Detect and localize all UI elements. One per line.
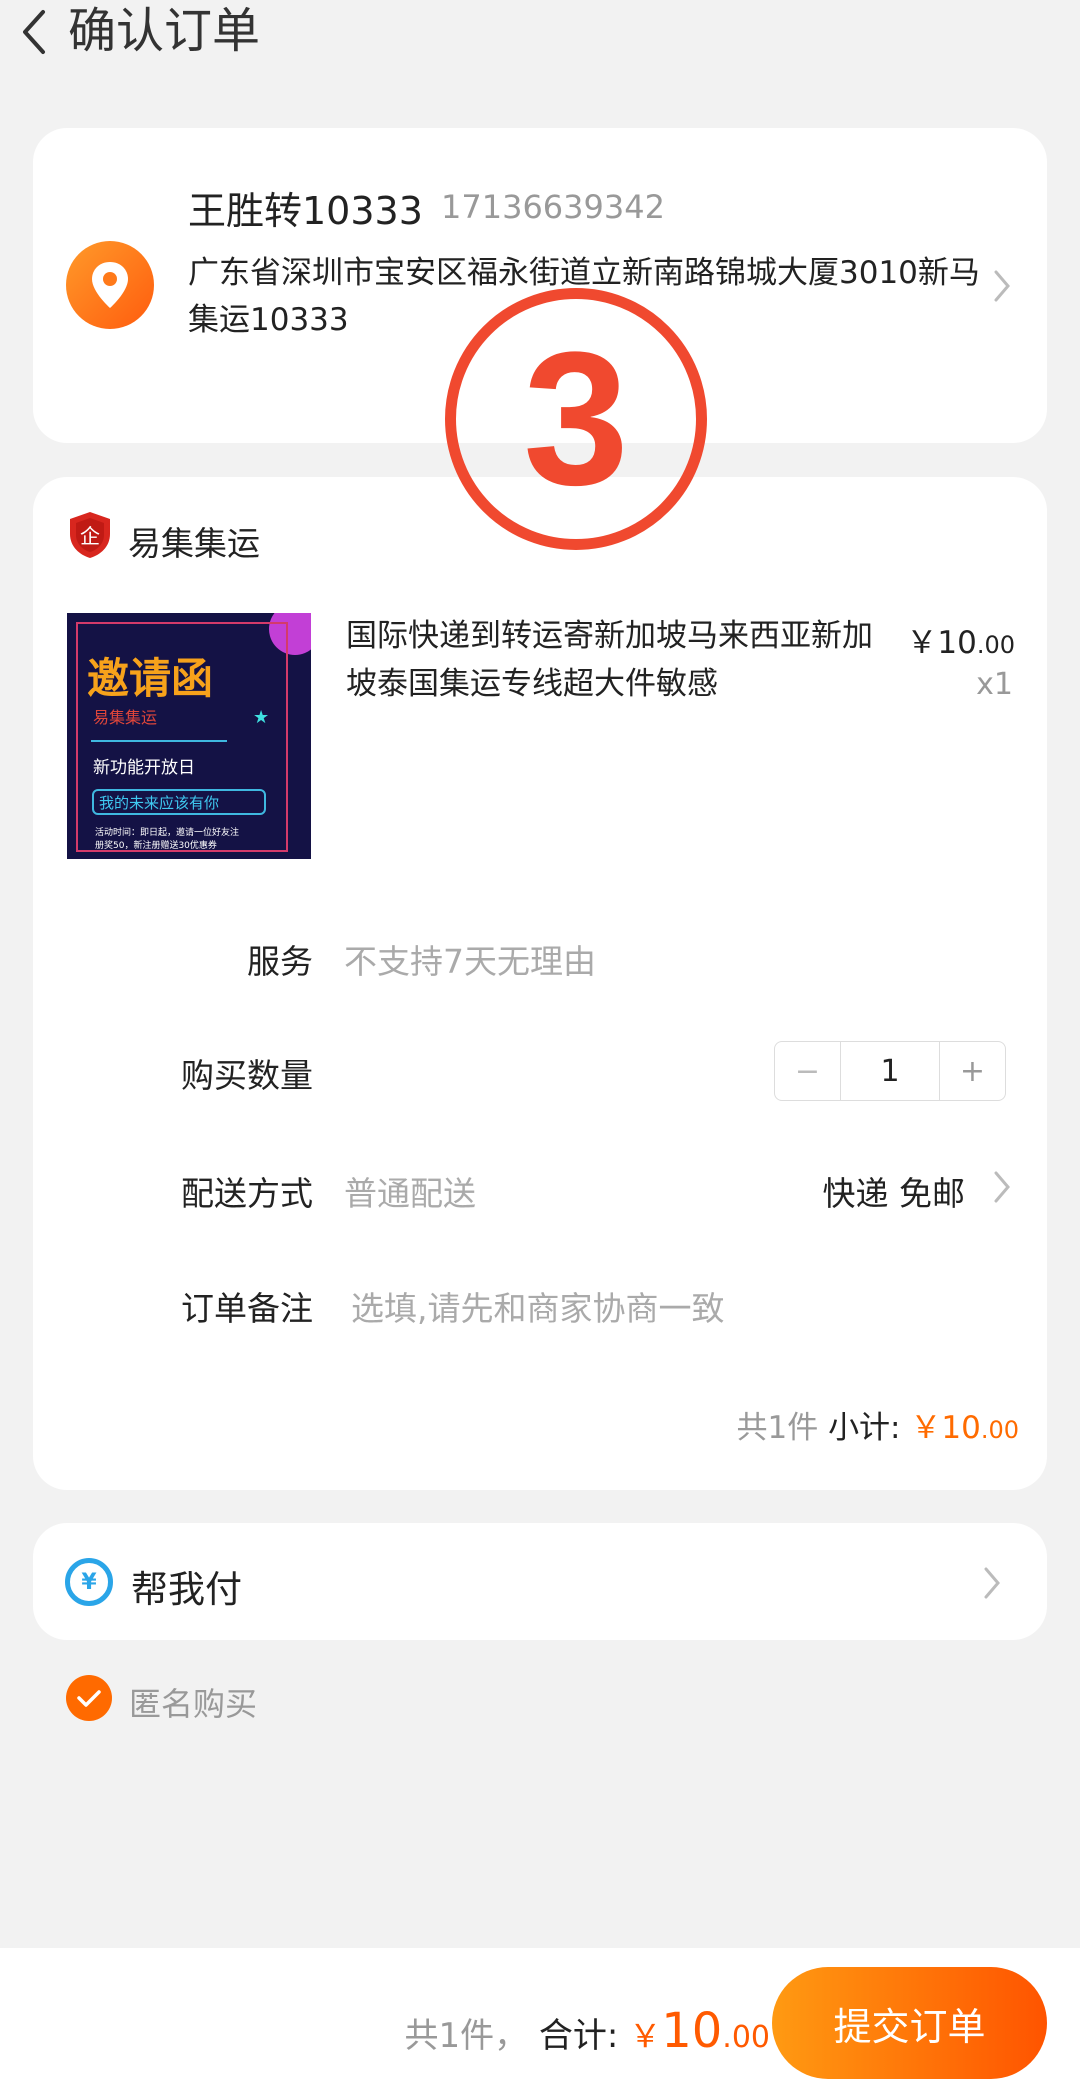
product-image-fine-print-1: 活动时间：即日起，邀请一位好友注 — [95, 826, 239, 838]
product-image[interactable]: 邀请函 易集集运 ★ 新功能开放日 我的未来应该有你 活动时间：即日起，邀请一位… — [67, 613, 311, 859]
yen-coin-icon: ¥ — [65, 1558, 113, 1606]
checkmark-icon — [77, 1690, 101, 1707]
location-pin-icon — [66, 241, 154, 329]
total-count: 共1件， — [404, 2016, 529, 2056]
quantity-label: 购买数量 — [181, 1056, 313, 1095]
top-bar: 确认订单 — [0, 0, 1080, 70]
product-price: ￥10.00 — [906, 617, 1015, 662]
product-image-headline: 邀请函 — [87, 654, 213, 703]
product-image-subtitle: 新功能开放日 — [93, 758, 195, 778]
total-currency: ￥ — [629, 2017, 662, 2055]
recipient-phone: 17136639342 — [441, 188, 665, 226]
quantity-value[interactable]: 1 — [841, 1042, 939, 1100]
remark-input[interactable]: 选填,请先和商家协商一致 — [351, 1282, 725, 1330]
shipping-option[interactable]: 快递 免邮 — [823, 1167, 966, 1215]
service-label: 服务 — [247, 942, 313, 981]
quantity-minus-button[interactable]: − — [775, 1042, 841, 1100]
submit-order-button[interactable]: 提交订单 — [772, 1967, 1047, 2079]
service-value: 不支持7天无理由 — [344, 942, 596, 981]
anonymous-checkbox[interactable] — [66, 1675, 112, 1721]
shipping-value: 普通配送 — [344, 1174, 476, 1213]
svg-text:企: 企 — [80, 524, 100, 548]
subtotal: 共1件 小计: ￥10.00 — [736, 1402, 1019, 1447]
pay-for-me-label: 帮我付 — [131, 1568, 242, 1611]
subtotal-amount: ￥10.00 — [910, 1410, 1019, 1446]
product-quantity: x1 — [976, 667, 1013, 702]
chevron-right-icon[interactable] — [991, 1167, 1013, 1207]
anonymous-label[interactable]: 匿名购买 — [129, 1679, 257, 1725]
total-summary: 共1件， 合计: ￥10.00 — [404, 2003, 770, 2059]
order-card: 企 易集集运 邀请函 易集集运 ★ 新功能开放日 我的未来应该有你 活动时间：即… — [33, 477, 1047, 1490]
total-label: 合计: — [538, 2016, 619, 2056]
shop-shield-icon: 企 — [67, 510, 113, 560]
svg-text:★: ★ — [253, 707, 269, 728]
shipping-label: 配送方式 — [181, 1174, 313, 1213]
product-image-fine-print-2: 册奖50，新注册赠送30优惠券 — [95, 839, 217, 851]
recipient-name: 王胜转10333 — [188, 189, 423, 233]
product-title[interactable]: 国际快递到转运寄新加坡马来西亚新加坡泰国集运专线超大件敏感 — [346, 612, 886, 708]
back-button[interactable] — [14, 6, 54, 58]
pay-for-me-card[interactable]: ¥ 帮我付 — [33, 1523, 1047, 1640]
bottom-bar: 共1件， 合计: ￥10.00 提交订单 — [0, 1948, 1080, 2097]
subtotal-count: 共1件 — [736, 1410, 819, 1446]
subtotal-label: 小计: — [828, 1410, 901, 1446]
chevron-right-icon — [991, 266, 1013, 306]
product-price-decimal: .00 — [976, 631, 1015, 659]
chevron-left-icon — [23, 10, 45, 54]
remark-label: 订单备注 — [181, 1289, 313, 1328]
quantity-stepper: − 1 + — [774, 1041, 1006, 1101]
page-title: 确认订单 — [68, 3, 261, 59]
product-price-main: ￥10 — [906, 625, 977, 661]
step-number-badge: 3 — [445, 288, 707, 550]
total-amount: 10.00 — [661, 2003, 770, 2059]
product-image-brand: 易集集运 — [93, 708, 157, 727]
product-image-banner: 我的未来应该有你 — [99, 794, 219, 812]
store-name: 易集集运 — [128, 524, 260, 563]
chevron-right-icon — [981, 1563, 1003, 1603]
quantity-plus-button[interactable]: + — [939, 1042, 1005, 1100]
